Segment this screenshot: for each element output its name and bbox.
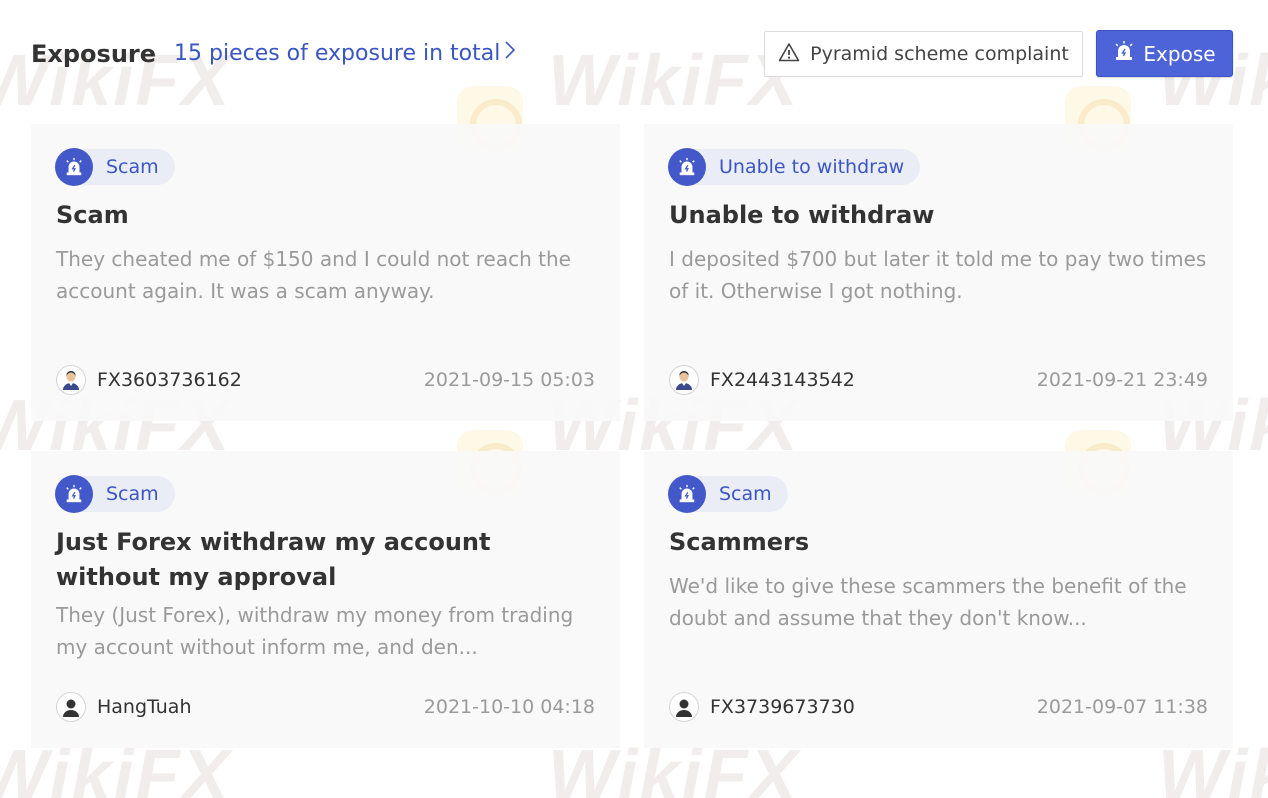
- timestamp: 2021-09-21 23:49: [1036, 369, 1208, 391]
- alarm-icon: [668, 148, 706, 186]
- category-tag: Scam: [55, 148, 175, 186]
- avatar: [56, 365, 86, 395]
- username: FX3739673730: [710, 696, 855, 718]
- card-footer: FX3739673730 2021-09-07 11:38: [669, 692, 1208, 722]
- exposure-card[interactable]: Scam Scammers We'd like to give these sc…: [644, 451, 1233, 748]
- expose-label: Expose: [1143, 41, 1216, 66]
- exposure-header: Exposure 15 pieces of exposure in total …: [31, 30, 1233, 78]
- alarm-icon: [55, 475, 93, 513]
- category-label: Scam: [106, 483, 159, 505]
- card-body: They (Just Forex), withdraw my money fro…: [56, 603, 574, 659]
- card-title: Scam: [56, 201, 129, 229]
- avatar: [669, 692, 699, 722]
- card-body: I deposited $700 but later it told me to…: [669, 247, 1207, 303]
- category-label: Scam: [106, 156, 159, 178]
- avatar: [669, 365, 699, 395]
- card-body: They cheated me of $150 and I could not …: [56, 247, 571, 303]
- category-label: Scam: [719, 483, 772, 505]
- alarm-icon: [55, 148, 93, 186]
- category-tag: Scam: [668, 475, 788, 513]
- chevron-right-icon: [504, 40, 516, 66]
- exposure-card[interactable]: Scam Just Forex withdraw my account with…: [31, 451, 620, 748]
- username: FX2443143542: [710, 369, 855, 391]
- avatar: [56, 692, 86, 722]
- page-title: Exposure: [31, 40, 157, 68]
- category-label: Unable to withdraw: [719, 156, 905, 178]
- username: FX3603736162: [97, 369, 242, 391]
- pyramid-complaint-button[interactable]: Pyramid scheme complaint: [764, 31, 1083, 77]
- total-exposure-link[interactable]: 15 pieces of exposure in total: [174, 40, 516, 66]
- exposure-card[interactable]: Scam Scam They cheated me of $150 and I …: [31, 124, 620, 421]
- pyramid-complaint-label: Pyramid scheme complaint: [810, 43, 1069, 65]
- username: HangTuah: [97, 696, 192, 718]
- timestamp: 2021-09-15 05:03: [423, 369, 595, 391]
- category-tag: Unable to withdraw: [668, 148, 921, 186]
- card-title: Just Forex withdraw my account without m…: [56, 528, 491, 591]
- alarm-icon: [668, 475, 706, 513]
- category-tag: Scam: [55, 475, 175, 513]
- card-footer: HangTuah 2021-10-10 04:18: [56, 692, 595, 722]
- card-body: We'd like to give these scammers the ben…: [669, 574, 1187, 630]
- total-exposure-label: 15 pieces of exposure in total: [174, 41, 501, 66]
- expose-button[interactable]: Expose: [1096, 30, 1233, 77]
- alarm-icon: [1113, 40, 1135, 67]
- timestamp: 2021-10-10 04:18: [423, 696, 595, 718]
- card-title: Scammers: [669, 528, 810, 556]
- card-title: Unable to withdraw: [669, 201, 935, 229]
- card-footer: FX3603736162 2021-09-15 05:03: [56, 365, 595, 395]
- card-footer: FX2443143542 2021-09-21 23:49: [669, 365, 1208, 395]
- timestamp: 2021-09-07 11:38: [1036, 696, 1208, 718]
- warning-icon: [778, 42, 800, 67]
- exposure-card[interactable]: Unable to withdraw Unable to withdraw I …: [644, 124, 1233, 421]
